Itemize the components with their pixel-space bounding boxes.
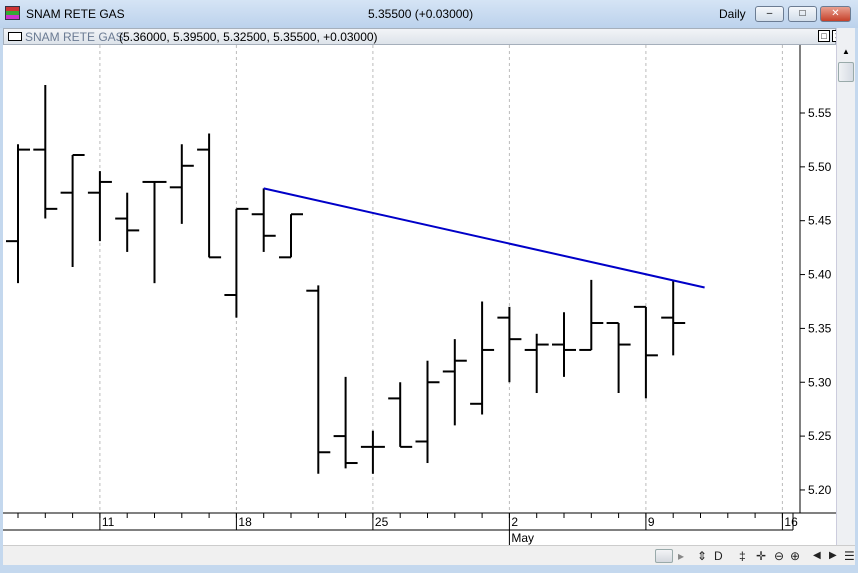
trendline [263, 187, 705, 289]
ohlc-bar [442, 339, 467, 426]
price-chart[interactable]: 5.20 5.25 5.30 5.35 5.40 5.45 5.50 5.55 11 18 25 2 9… [3, 45, 836, 545]
y-tick-label: 5.35 [808, 321, 832, 335]
close-button[interactable]: ✕ [820, 6, 851, 22]
minimize-button[interactable]: – [755, 6, 784, 22]
scroll-right-icon[interactable]: ▸ [678, 548, 684, 564]
y-tick-label: 5.40 [808, 268, 832, 282]
symbol-name: SNAM RETE GAS [25, 30, 124, 44]
y-tick-label: 5.30 [808, 375, 832, 389]
month-label: May [511, 531, 534, 545]
horizontal-scroll-thumb[interactable] [655, 549, 673, 563]
periodicity-d-button[interactable]: D [714, 548, 723, 564]
restore-chart-button[interactable]: □ [818, 30, 830, 42]
bottom-toolbar: ▸ ⇕ D ‡ ✛ ⊖ ⊕ ◀ ▶ ☰ [3, 545, 855, 565]
ohlc-bar [142, 180, 167, 284]
y-tick-label: 5.25 [808, 429, 832, 443]
chart-window-icon [8, 32, 22, 41]
ohlc-bar [388, 382, 413, 448]
last-quote: 5.35500 (+0.03000) [368, 7, 474, 21]
ohlc-bar [415, 360, 440, 464]
ohlc-bar [333, 376, 358, 469]
y-tick-label: 5.55 [808, 106, 832, 120]
ohlc-bar [251, 188, 276, 252]
y-tick-label: 5.50 [808, 160, 832, 174]
ohlc-bar [470, 301, 495, 415]
y-tick-label: 5.20 [808, 483, 832, 497]
ohlc-bar [552, 312, 576, 377]
ohlc-bar [524, 333, 549, 394]
ohlc-bar [87, 171, 112, 242]
scale-icon[interactable]: ⇕ [697, 548, 707, 564]
app-icon [5, 6, 20, 20]
chart-area[interactable]: 5.20 5.25 5.30 5.35 5.40 5.45 5.50 5.55 11 18 25 2 9… [3, 45, 836, 545]
maximize-button[interactable]: □ [788, 6, 817, 22]
ohlc-bar [497, 306, 522, 383]
period-label[interactable]: Daily [719, 7, 746, 21]
ohlc-bar [224, 207, 249, 318]
ohlc-bar [279, 213, 303, 259]
x-tick-label: 25 [375, 515, 389, 529]
ohlc-bar [115, 192, 140, 252]
x-tick-label: 9 [648, 515, 655, 529]
ohlc-bar [306, 285, 331, 474]
pan-icon[interactable]: ✛ [756, 548, 766, 564]
ohlc-bar [661, 279, 686, 356]
x-tick-label: 16 [784, 515, 798, 529]
ohlc-bar [33, 84, 58, 219]
ohlc-values: (5.36000, 5.39500, 5.32500, 5.35500, +0.… [119, 30, 378, 44]
ohlc-bar [633, 305, 658, 399]
x-tick-label: 2 [511, 515, 518, 529]
ohlc-bar [360, 430, 385, 474]
ohlc-bar [197, 133, 222, 259]
ohlc-bar [579, 279, 604, 351]
scroll-left-icon[interactable]: ◀ [813, 548, 821, 564]
vertical-scroll-thumb[interactable] [838, 62, 854, 82]
ohlc-bar [6, 144, 30, 284]
ohlc-bar [169, 144, 194, 224]
menu-icon[interactable]: ☰ [844, 548, 855, 564]
ohlc-bar [606, 322, 631, 394]
y-tick-label: 5.45 [808, 214, 832, 228]
scroll-up-icon[interactable]: ▲ [837, 44, 855, 60]
zoom-in-icon[interactable]: ⊕ [790, 548, 800, 564]
x-tick-label: 11 [102, 515, 115, 529]
ohlc-bar [60, 154, 85, 268]
chart-header: SNAM RETE GAS (5.36000, 5.39500, 5.32500… [3, 28, 836, 45]
scroll-right-end-icon[interactable]: ▶ [829, 548, 837, 564]
x-tick-label: 18 [238, 515, 252, 529]
zoom-out-icon[interactable]: ⊖ [774, 548, 784, 564]
title-bar: SNAM RETE GAS 5.35500 (+0.03000) Daily –… [0, 0, 858, 28]
vertical-zoom-icon[interactable]: ‡ [739, 548, 746, 564]
vertical-scrollbar[interactable]: ▲ [836, 28, 855, 545]
window-title: SNAM RETE GAS [26, 7, 125, 21]
